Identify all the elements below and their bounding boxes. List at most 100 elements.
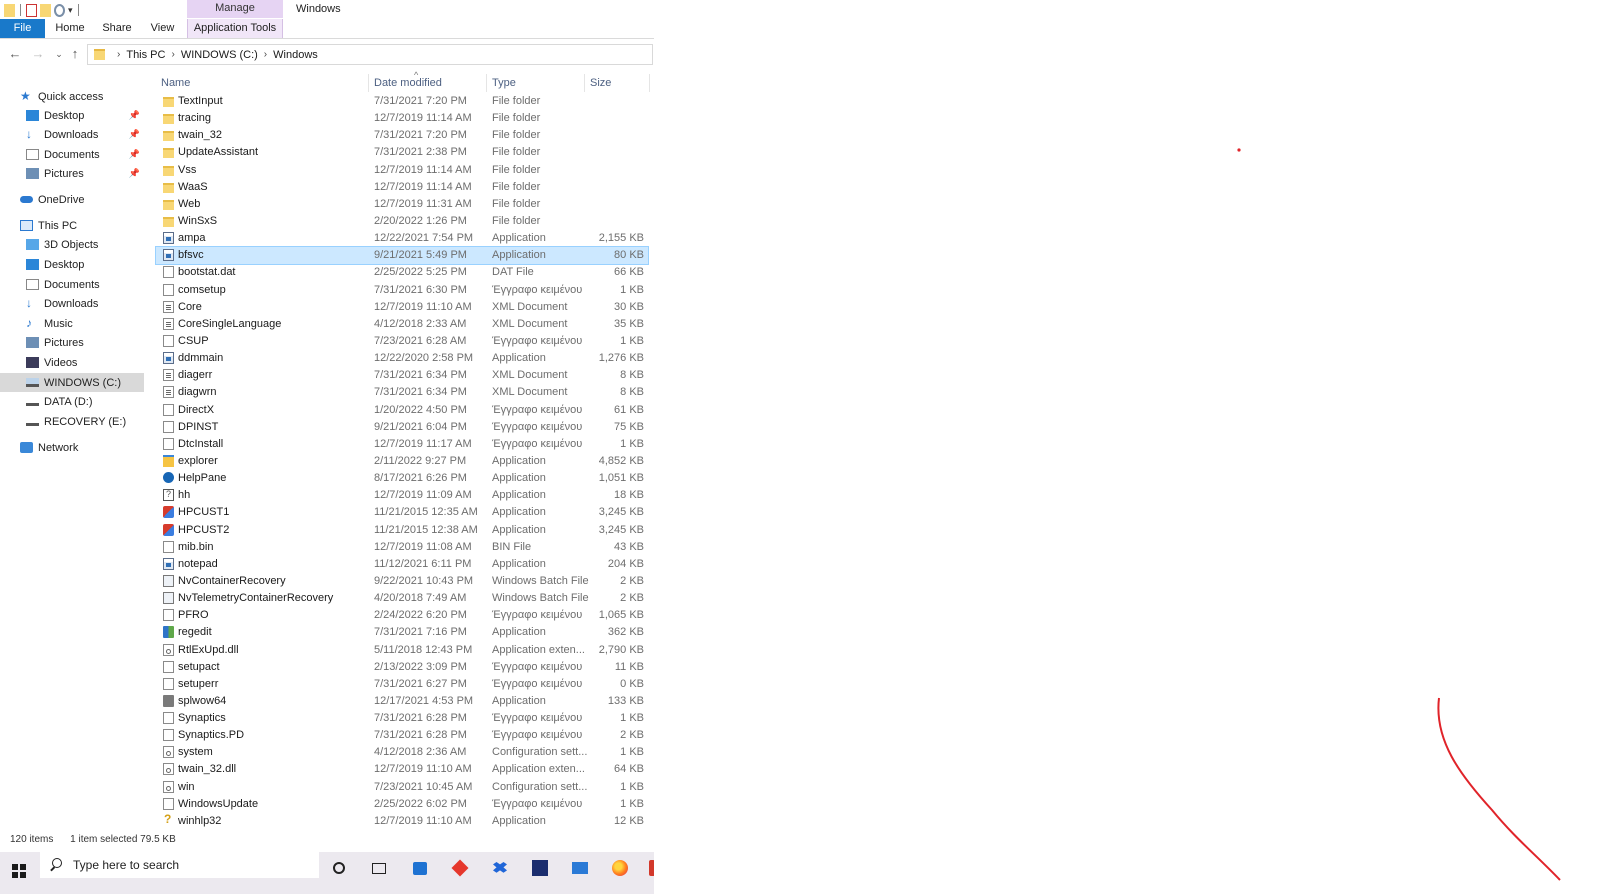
file-row[interactable]: DPINST 9/21/2021 6:04 PM Έγγραφο κειμένου 7… (156, 419, 648, 436)
nav-quick-pictures[interactable]: Pictures 📌 (26, 164, 144, 183)
file-row[interactable]: setupact 2/13/2022 3:09 PM Έγγραφο κειμένο… (156, 659, 648, 676)
file-row[interactable]: Vss 12/7/2019 11:14 AM File folder (156, 162, 648, 179)
nav-quick-desktop[interactable]: Desktop 📌 (26, 106, 144, 125)
nav-downloads[interactable]: ↓ Downloads (26, 294, 144, 313)
file-row[interactable]: ampa 12/22/2021 7:54 PM Application 2,155 K… (156, 230, 648, 247)
nav-music[interactable]: ♪ Music (26, 314, 144, 333)
file-row[interactable]: diagerr 7/31/2021 6:34 PM XML Document 8 KB (156, 367, 648, 384)
pin-icon[interactable]: 📌 (129, 110, 140, 121)
column-divider[interactable] (584, 74, 585, 92)
file-row[interactable]: NvTelemetryContainerRecovery 4/20/2018 7:… (156, 590, 648, 607)
properties-icon[interactable] (26, 3, 37, 17)
address-bar[interactable]: › This PC › WINDOWS (C:) › Windows (87, 44, 653, 65)
breadcrumb-this-pc[interactable]: This PC (126, 49, 165, 61)
column-divider[interactable] (368, 74, 369, 92)
tab-application-tools[interactable]: Application Tools (187, 19, 283, 38)
file-row[interactable]: bootstat.dat 2/25/2022 5:25 PM DAT File 66 … (156, 264, 648, 281)
new-folder-icon[interactable] (40, 3, 51, 17)
file-row[interactable]: Synaptics.PD 7/31/2021 6:28 PM Έγγραφο κει… (156, 727, 648, 744)
file-row[interactable]: winhlp32 12/7/2019 11:10 AM Application 12 … (156, 812, 648, 830)
file-row[interactable]: tracing 12/7/2019 11:14 AM File folder (156, 110, 648, 127)
nav-windows-c[interactable]: WINDOWS (C:) (0, 373, 144, 392)
file-row[interactable]: PFRO 2/24/2022 6:20 PM Έγγραφο κειμένου 1,0… (156, 607, 648, 624)
file-row[interactable]: Core 12/7/2019 11:10 AM XML Document 30 KB (156, 299, 648, 316)
file-row[interactable]: twain_32.dll 12/7/2019 11:10 AM Applicatio… (156, 761, 648, 778)
nav-pictures[interactable]: Pictures (26, 333, 144, 352)
column-type[interactable]: Type (492, 77, 516, 89)
nav-network[interactable]: Network (20, 438, 144, 457)
file-row[interactable]: TextInput 7/31/2021 7:20 PM File folder (156, 93, 648, 110)
file-row[interactable]: CSUP 7/23/2021 6:28 AM Έγγραφο κειμένου 1 K… (156, 333, 648, 350)
taskbar-app-mail[interactable] (568, 856, 592, 880)
pin-icon[interactable]: 📌 (129, 129, 140, 140)
customize-dropdown-icon[interactable]: ▾ (68, 5, 73, 16)
breadcrumb-windows-c[interactable]: WINDOWS (C:) (181, 49, 258, 61)
manage-contextual-tab[interactable]: Manage (187, 0, 283, 18)
column-size[interactable]: Size (590, 77, 611, 89)
file-row[interactable]: HelpPane 8/17/2021 6:26 PM Application 1,05… (156, 470, 648, 487)
taskbar-app-terminal[interactable] (528, 856, 552, 880)
taskbar-search-box[interactable]: Type here to search (40, 852, 319, 878)
nav-desktop[interactable]: Desktop (26, 255, 144, 274)
file-row[interactable]: Web 12/7/2019 11:31 AM File folder (156, 196, 648, 213)
file-row[interactable]: NvContainerRecovery 9/22/2021 10:43 PM Win… (156, 573, 648, 590)
file-row[interactable]: DtcInstall 12/7/2019 11:17 AM Έγγραφο κειμ… (156, 436, 648, 453)
breadcrumb-chevron-icon[interactable]: › (117, 49, 120, 60)
nav-this-pc[interactable]: This PC (20, 216, 144, 235)
column-date-modified[interactable]: Date modified (374, 77, 442, 89)
taskbar-app-store[interactable] (408, 856, 432, 880)
file-row[interactable]: WaaS 12/7/2019 11:14 AM File folder (156, 179, 648, 196)
file-row[interactable]: RtlExUpd.dll 5/11/2018 12:43 PM Applicatio… (156, 642, 648, 659)
nav-3d-objects[interactable]: 3D Objects (26, 235, 144, 254)
file-row[interactable]: win 7/23/2021 10:45 AM Configuration sett.… (156, 779, 648, 796)
file-row[interactable]: setuperr 7/31/2021 6:27 PM Έγγραφο κειμένο… (156, 676, 648, 693)
forward-arrow-icon[interactable]: → (30, 46, 46, 62)
nav-onedrive[interactable]: OneDrive (20, 190, 144, 209)
column-name[interactable]: Name (161, 77, 190, 89)
file-row[interactable]: mib.bin 12/7/2019 11:08 AM BIN File 43 KB (156, 539, 648, 556)
recent-locations-chevron-icon[interactable]: ⌄ (51, 46, 67, 62)
file-row[interactable]: notepad 11/12/2021 6:11 PM Application 204 … (156, 556, 648, 573)
taskbar-app-dropbox[interactable] (488, 856, 512, 880)
file-row[interactable]: WindowsUpdate 2/25/2022 6:02 PM Έγγραφο κε… (156, 796, 648, 813)
file-row[interactable]: hh 12/7/2019 11:09 AM Application 18 KB (156, 487, 648, 504)
search-icon[interactable] (54, 3, 65, 17)
tab-view[interactable]: View (144, 19, 181, 38)
file-row[interactable]: splwow64 12/17/2021 4:53 PM Application 133… (156, 693, 648, 710)
file-row[interactable]: DirectX 1/20/2022 4:50 PM Έγγραφο κειμένου… (156, 402, 648, 419)
file-row[interactable]: regedit 7/31/2021 7:16 PM Application 362 K… (156, 624, 648, 641)
file-row[interactable]: CoreSingleLanguage 4/12/2018 2:33 AM XML D… (156, 316, 648, 333)
taskbar-app-partial[interactable] (640, 856, 654, 880)
nav-quick-access[interactable]: ★ Quick access (20, 87, 144, 106)
taskbar-app-anydesk[interactable] (448, 856, 472, 880)
task-view-button[interactable] (367, 856, 391, 880)
file-row[interactable]: system 4/12/2018 2:36 AM Configuration set… (156, 744, 648, 761)
file-row[interactable]: ddmmain 12/22/2020 2:58 PM Application 1,27… (156, 350, 648, 367)
file-row[interactable]: twain_32 7/31/2021 7:20 PM File folder (156, 127, 648, 144)
file-row[interactable]: bfsvc 9/21/2021 5:49 PM Application 80 KB (155, 246, 649, 266)
column-divider[interactable] (486, 74, 487, 92)
file-row[interactable]: HPCUST1 11/21/2015 12:35 AM Application 3,2… (156, 504, 648, 521)
nav-recovery-e[interactable]: RECOVERY (E:) (26, 412, 144, 431)
breadcrumb-chevron-icon[interactable]: › (171, 49, 174, 60)
file-row[interactable]: UpdateAssistant 7/31/2021 2:38 PM File fol… (156, 144, 648, 161)
file-row[interactable]: Synaptics 7/31/2021 6:28 PM Έγγραφο κειμέν… (156, 710, 648, 727)
nav-quick-documents[interactable]: Documents 📌 (26, 145, 144, 164)
file-row[interactable]: HPCUST2 11/21/2015 12:38 AM Application 3,2… (156, 522, 648, 539)
nav-documents[interactable]: Documents (26, 275, 144, 294)
file-row[interactable]: diagwrn 7/31/2021 6:34 PM XML Document 8 KB (156, 384, 648, 401)
nav-videos[interactable]: Videos (26, 353, 144, 372)
tab-home[interactable]: Home (49, 19, 91, 38)
taskbar-app-firefox[interactable] (608, 856, 632, 880)
column-divider[interactable] (649, 74, 650, 92)
file-row[interactable]: comsetup 7/31/2021 6:30 PM Έγγραφο κειμένο… (156, 282, 648, 299)
tab-share[interactable]: Share (97, 19, 137, 38)
back-arrow-icon[interactable]: ← (7, 46, 23, 62)
breadcrumb-chevron-icon[interactable]: › (264, 49, 267, 60)
pin-icon[interactable]: 📌 (129, 149, 140, 160)
nav-data-d[interactable]: DATA (D:) (26, 392, 144, 411)
tab-file[interactable]: File (0, 19, 45, 38)
nav-quick-downloads[interactable]: ↓ Downloads 📌 (26, 125, 144, 144)
up-arrow-icon[interactable]: ↑ (67, 46, 83, 62)
file-row[interactable]: explorer 2/11/2022 9:27 PM Application 4,85… (156, 453, 648, 470)
